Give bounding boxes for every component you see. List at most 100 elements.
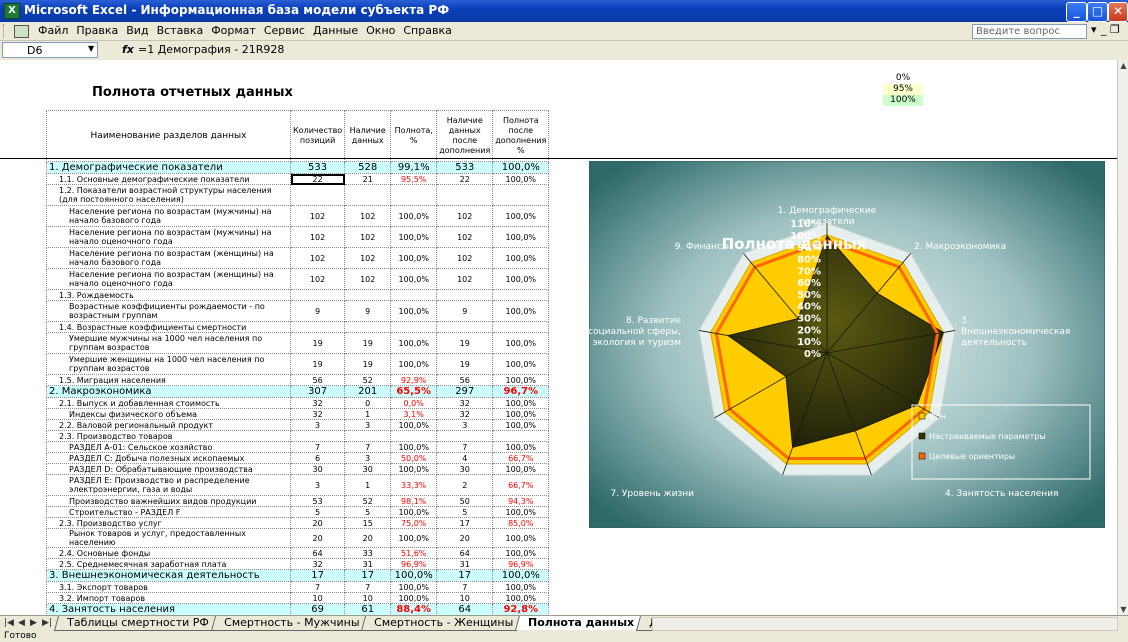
row-name-cell[interactable]: 3.1. Экспорт товаров bbox=[46, 581, 291, 593]
formula-text[interactable]: =1 Демография - 21R928 bbox=[138, 43, 284, 56]
value-cell[interactable]: 69 bbox=[289, 603, 346, 615]
value-cell[interactable] bbox=[289, 321, 346, 333]
column-header[interactable]: Наличие данных после дополнения bbox=[436, 110, 494, 162]
value-cell[interactable]: 3 bbox=[289, 419, 346, 431]
value-cell[interactable]: 100,0% bbox=[390, 592, 438, 604]
menu-item-5[interactable]: Сервис bbox=[260, 22, 309, 40]
close-button[interactable]: ✕ bbox=[1108, 2, 1128, 22]
value-cell[interactable]: 19 bbox=[289, 353, 346, 375]
value-cell[interactable]: 100,0% bbox=[390, 353, 438, 375]
value-cell[interactable]: 56 bbox=[289, 374, 346, 386]
value-cell[interactable]: 17 bbox=[289, 569, 346, 582]
value-cell[interactable] bbox=[436, 289, 494, 301]
value-cell[interactable] bbox=[390, 430, 438, 442]
value-cell[interactable]: 50 bbox=[436, 495, 494, 507]
value-cell[interactable]: 66,7% bbox=[492, 474, 550, 496]
value-cell[interactable]: 100,0% bbox=[390, 226, 438, 248]
first-sheet-icon[interactable]: |◀ bbox=[4, 616, 14, 631]
value-cell[interactable]: 32 bbox=[289, 558, 346, 570]
value-cell[interactable]: 100,0% bbox=[492, 419, 550, 431]
row-name-cell[interactable]: 1.5. Миграция населения bbox=[46, 374, 291, 386]
value-cell[interactable]: 32 bbox=[436, 408, 494, 420]
row-name-cell[interactable]: 2.2. Валовой региональный продукт bbox=[46, 419, 291, 431]
row-name-cell[interactable]: 2.1. Выпуск и добавленная стоимость bbox=[46, 397, 291, 409]
row-name-cell[interactable]: 2.5. Среднемесячная заработная плата bbox=[46, 558, 291, 570]
value-cell[interactable]: 92,8% bbox=[492, 603, 550, 615]
minimize-button[interactable]: _ bbox=[1066, 2, 1087, 22]
value-cell[interactable]: 10 bbox=[289, 592, 346, 604]
value-cell[interactable]: 100,0% bbox=[492, 247, 550, 269]
value-cell[interactable]: 100,0% bbox=[492, 374, 550, 386]
value-cell[interactable]: 33,3% bbox=[390, 474, 438, 496]
value-cell[interactable]: 307 bbox=[289, 385, 346, 398]
excel-app-icon[interactable]: X bbox=[4, 3, 20, 19]
value-cell[interactable]: 100,0% bbox=[390, 506, 438, 518]
row-name-cell[interactable]: Умершие женщины на 1000 чел населения по… bbox=[46, 353, 291, 375]
value-cell[interactable]: 100,0% bbox=[492, 332, 550, 354]
value-cell[interactable]: 3,1% bbox=[390, 408, 438, 420]
value-cell[interactable]: 64 bbox=[289, 547, 346, 559]
maximize-button[interactable]: □ bbox=[1087, 2, 1108, 22]
row-name-cell[interactable]: Умершие мужчины на 1000 чел населения по… bbox=[46, 332, 291, 354]
value-cell[interactable]: 100,0% bbox=[492, 268, 550, 290]
toolbar-grip[interactable] bbox=[3, 24, 7, 38]
value-cell[interactable]: 96,9% bbox=[390, 558, 438, 570]
value-cell[interactable]: 30 bbox=[289, 463, 346, 475]
value-cell[interactable]: 102 bbox=[344, 226, 392, 248]
column-header[interactable]: Количество позиций bbox=[289, 110, 346, 162]
value-cell[interactable]: 21 bbox=[344, 173, 392, 185]
value-cell[interactable]: 15 bbox=[344, 517, 392, 529]
row-name-cell[interactable]: РАЗДЕЛ E: Производство и распределение э… bbox=[46, 474, 291, 496]
value-cell[interactable]: 7 bbox=[344, 441, 392, 453]
value-cell[interactable]: 6 bbox=[289, 452, 346, 464]
row-name-cell[interactable]: Население региона по возрастам (женщины)… bbox=[46, 268, 291, 290]
value-cell[interactable]: 98,1% bbox=[390, 495, 438, 507]
value-cell[interactable]: 1 bbox=[344, 408, 392, 420]
value-cell[interactable]: 75,0% bbox=[390, 517, 438, 529]
value-cell[interactable]: 528 bbox=[344, 161, 392, 174]
menu-item-4[interactable]: Формат bbox=[207, 22, 260, 40]
value-cell[interactable]: 20 bbox=[289, 517, 346, 529]
chevron-down-icon[interactable]: ▾ bbox=[1091, 23, 1097, 36]
value-cell[interactable]: 19 bbox=[436, 332, 494, 354]
row-name-cell[interactable]: Население региона по возрастам (мужчины)… bbox=[46, 205, 291, 227]
column-header[interactable]: Наименование разделов данных bbox=[46, 110, 291, 162]
value-cell[interactable]: 17 bbox=[344, 569, 392, 582]
name-box-dropdown-icon[interactable]: ▼ bbox=[88, 44, 94, 53]
menu-item-6[interactable]: Данные bbox=[309, 22, 362, 40]
row-name-cell[interactable]: Строительство - РАЗДЕЛ F bbox=[46, 506, 291, 518]
value-cell[interactable]: 61 bbox=[344, 603, 392, 615]
value-cell[interactable]: 533 bbox=[289, 161, 346, 174]
value-cell[interactable] bbox=[390, 184, 438, 206]
value-cell[interactable]: 100,0% bbox=[492, 441, 550, 453]
row-name-cell[interactable]: 2. Макроэкономика bbox=[46, 385, 291, 398]
value-cell[interactable]: 3 bbox=[344, 419, 392, 431]
workbook-icon[interactable] bbox=[14, 25, 29, 38]
value-cell[interactable]: 52 bbox=[344, 374, 392, 386]
row-name-cell[interactable]: Население региона по возрастам (женщины)… bbox=[46, 247, 291, 269]
value-cell[interactable] bbox=[492, 321, 550, 333]
value-cell[interactable]: 20 bbox=[344, 528, 392, 548]
value-cell[interactable]: 102 bbox=[289, 247, 346, 269]
ask-question-input[interactable]: Введите вопрос bbox=[972, 24, 1087, 39]
value-cell[interactable]: 66,7% bbox=[492, 452, 550, 464]
value-cell[interactable]: 64 bbox=[436, 547, 494, 559]
value-cell[interactable]: 52 bbox=[344, 495, 392, 507]
value-cell[interactable]: 100,0% bbox=[390, 528, 438, 548]
value-cell[interactable]: 100,0% bbox=[492, 569, 550, 582]
value-cell[interactable]: 533 bbox=[436, 161, 494, 174]
value-cell[interactable] bbox=[289, 184, 346, 206]
value-cell[interactable] bbox=[436, 184, 494, 206]
value-cell[interactable]: 10 bbox=[436, 592, 494, 604]
row-name-cell[interactable]: РАЗДЕЛ A-01: Сельское хозяйство bbox=[46, 441, 291, 453]
row-name-cell[interactable]: 2.4. Основные фонды bbox=[46, 547, 291, 559]
value-cell[interactable]: 10 bbox=[344, 592, 392, 604]
menu-item-7[interactable]: Окно bbox=[362, 22, 399, 40]
row-name-cell[interactable]: Рынок товаров и услуг, предоставленных н… bbox=[46, 528, 291, 548]
doc-minimize-button[interactable]: _ bbox=[1101, 23, 1107, 36]
value-cell[interactable]: 92,9% bbox=[390, 374, 438, 386]
row-name-cell[interactable]: 4. Занятость населения bbox=[46, 603, 291, 615]
value-cell[interactable]: 64 bbox=[436, 603, 494, 615]
value-cell[interactable]: 30 bbox=[436, 463, 494, 475]
value-cell[interactable] bbox=[492, 289, 550, 301]
